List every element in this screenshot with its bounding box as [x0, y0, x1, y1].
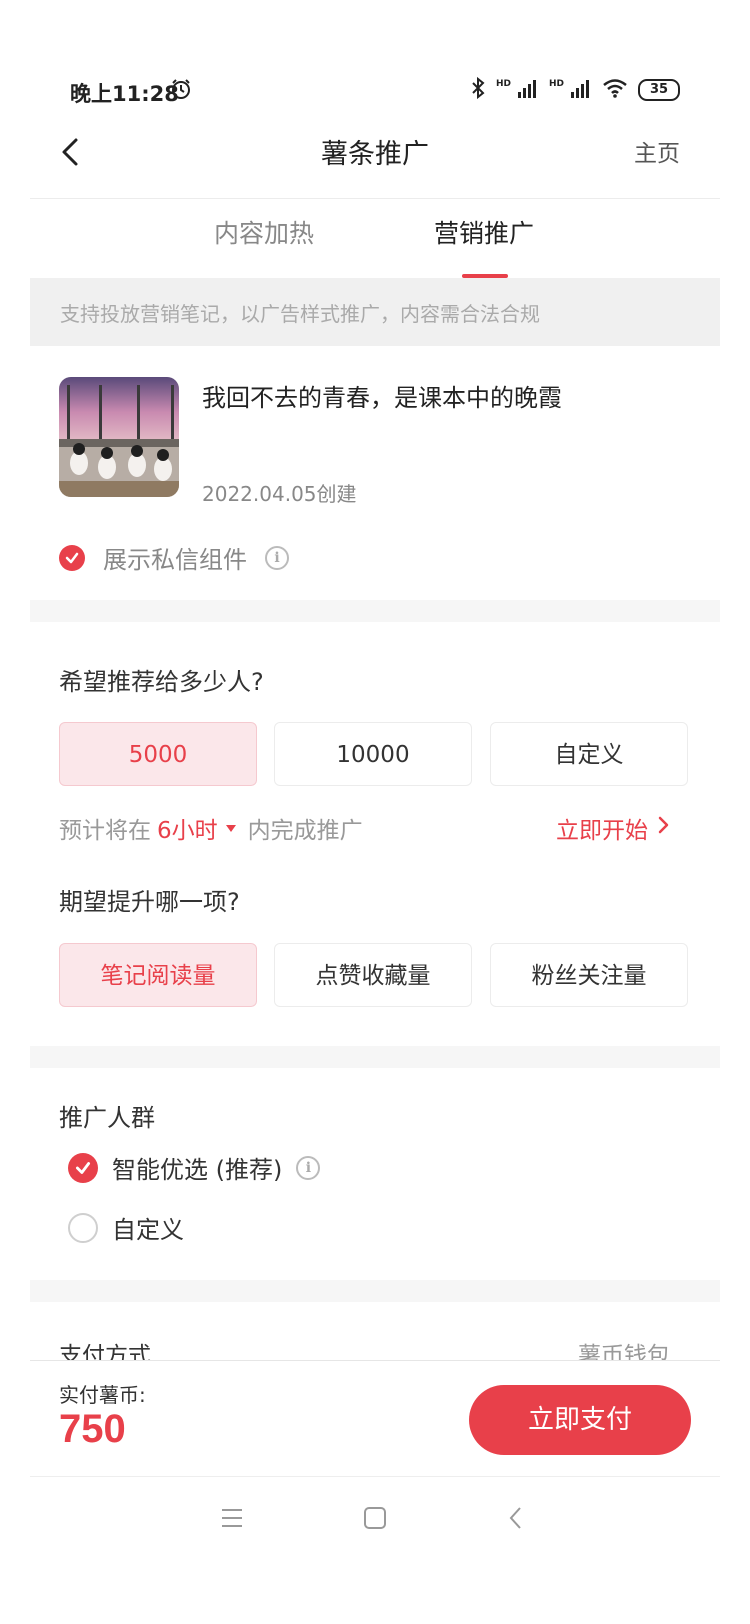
system-nav-bar: [30, 1476, 720, 1567]
wifi-icon: [602, 78, 628, 102]
section-gap: [30, 1280, 720, 1302]
caret-down-icon[interactable]: [225, 824, 236, 832]
audience-option-custom[interactable]: 自定义: [68, 1210, 184, 1245]
amount-label: 实付薯币:: [59, 1383, 146, 1407]
audience-title: 推广人群: [59, 1104, 155, 1132]
amount-value: 750: [59, 1407, 126, 1451]
reach-option-10000[interactable]: 10000: [274, 722, 472, 786]
start-now-link[interactable]: 立即开始: [556, 811, 670, 845]
nav-bar: 薯条推广 主页: [0, 118, 750, 188]
note-title: 我回不去的青春，是课本中的晚霞: [202, 384, 562, 412]
section-gap: [30, 600, 720, 622]
tab-bar: 内容加热 营销推广: [0, 198, 750, 278]
radio-checked-icon[interactable]: [68, 1152, 98, 1183]
estimate-time-select[interactable]: 6小时: [157, 811, 218, 845]
note-thumbnail[interactable]: [59, 377, 179, 497]
signal-icon: [517, 78, 539, 102]
chevron-right-icon: [658, 815, 670, 841]
hd-label: HD: [548, 78, 564, 89]
signal-icon: [570, 78, 592, 102]
estimate-suffix: 内完成推广: [247, 818, 363, 844]
dm-widget-label: 展示私信组件: [103, 546, 247, 574]
goal-option-follows[interactable]: 粉丝关注量: [490, 943, 688, 1007]
home-link[interactable]: 主页: [634, 134, 680, 168]
tab-marketing-promo[interactable]: 营销推广: [434, 214, 534, 250]
checkbox-checked-icon[interactable]: [59, 544, 85, 571]
info-icon[interactable]: i: [296, 1155, 321, 1180]
notice-text: 支持投放营销笔记，以广告样式推广，内容需合法合规: [60, 302, 540, 326]
goal-question: 期望提升哪一项?: [59, 888, 240, 916]
status-bar: 晚上11:28 HD HD 35: [0, 70, 750, 114]
start-now-label: 立即开始: [556, 818, 648, 844]
dm-widget-row[interactable]: 展示私信组件 i: [59, 540, 289, 575]
goal-option-reads[interactable]: 笔记阅读量: [59, 943, 257, 1007]
tab-content-boost[interactable]: 内容加热: [214, 214, 314, 250]
bluetooth-icon: [470, 76, 486, 104]
home-square-icon[interactable]: [363, 1506, 387, 1534]
estimate-text: 预计将在 6小时 内完成推广: [59, 811, 363, 845]
audience-option-label: 智能优选 (推荐): [112, 1156, 283, 1184]
goal-option-likes[interactable]: 点赞收藏量: [274, 943, 472, 1007]
reach-option-5000[interactable]: 5000: [59, 722, 257, 786]
notice-banner: 支持投放营销笔记，以广告样式推广，内容需合法合规: [30, 278, 720, 346]
reach-question: 希望推荐给多少人?: [59, 668, 264, 696]
section-gap: [30, 1046, 720, 1068]
audience-option-label: 自定义: [112, 1216, 184, 1244]
status-time: 晚上11:28: [70, 82, 179, 106]
note-date: 2022.04.05创建: [202, 482, 357, 506]
menu-icon[interactable]: [220, 1507, 244, 1533]
alarm-icon: [170, 78, 192, 104]
radio-unchecked-icon[interactable]: [68, 1212, 98, 1243]
bottom-pay-bar: 实付薯币: 750 立即支付: [30, 1360, 720, 1477]
pay-now-button[interactable]: 立即支付: [469, 1385, 691, 1455]
estimate-prefix: 预计将在: [59, 818, 151, 844]
audience-option-smart[interactable]: 智能优选 (推荐) i: [68, 1150, 321, 1185]
reach-option-custom[interactable]: 自定义: [490, 722, 688, 786]
info-icon[interactable]: i: [265, 545, 289, 570]
back-nav-icon[interactable]: [506, 1506, 526, 1534]
hd-label: HD: [495, 78, 511, 89]
battery-indicator: 35: [638, 79, 680, 101]
